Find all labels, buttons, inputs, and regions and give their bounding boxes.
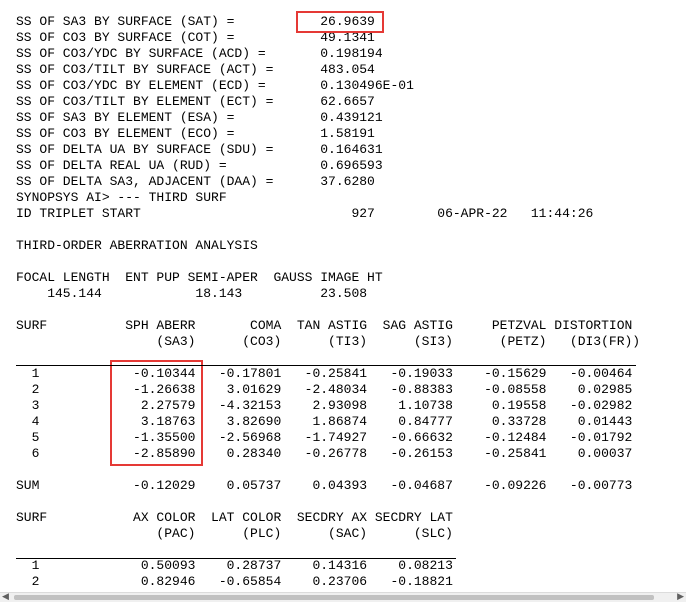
output-line: 2 -1.26638 3.01629 -2.48034 -0.88383 -0.… bbox=[16, 382, 633, 397]
output-line: 1 0.50093 0.28737 0.14316 0.08213 bbox=[16, 558, 453, 573]
output-line: SUM -0.12029 0.05737 0.04393 -0.04687 -0… bbox=[16, 478, 633, 493]
output-line: ID TRIPLET START 927 06-APR-22 11:44:26 bbox=[16, 206, 594, 221]
scrollbar-thumb[interactable] bbox=[14, 595, 654, 600]
output-line: SS OF CO3/YDC BY ELEMENT (ECD) = 0.13049… bbox=[16, 78, 414, 93]
output-line: SS OF CO3/TILT BY ELEMENT (ECT) = 62.665… bbox=[16, 94, 375, 109]
output-window: SS OF SA3 BY SURFACE (SAT) = 26.9639 SS O… bbox=[0, 0, 686, 592]
output-line: (PAC) (PLC) (SAC) (SLC) bbox=[16, 526, 453, 541]
scroll-right-icon[interactable]: ▶ bbox=[677, 592, 684, 602]
output-line: SS OF SA3 BY ELEMENT (ESA) = 0.439121 bbox=[16, 110, 383, 125]
output-line: SS OF DELTA SA3, ADJACENT (DAA) = 37.628… bbox=[16, 174, 375, 189]
output-line: (SA3) (CO3) (TI3) (SI3) (PETZ) (DI3(FR)) bbox=[16, 334, 641, 349]
color-table-rule bbox=[16, 558, 456, 559]
output-line: 5 -1.35500 -2.56968 -1.74927 -0.66632 -0… bbox=[16, 430, 633, 445]
output-line: 2 0.82946 -0.65854 0.23706 -0.18821 bbox=[16, 574, 453, 589]
output-line: 6 -2.85890 0.28340 -0.26778 -0.26153 -0.… bbox=[16, 446, 633, 461]
output-line: THIRD-ORDER ABERRATION ANALYSIS bbox=[16, 238, 258, 253]
output-line: SS OF CO3/TILT BY SURFACE (ACT) = 483.05… bbox=[16, 62, 375, 77]
output-line: SURF SPH ABERR COMA TAN ASTIG SAG ASTIG … bbox=[16, 318, 633, 333]
output-line: SURF AX COLOR LAT COLOR SECDRY AX SECDRY… bbox=[16, 510, 453, 525]
output-line: SYNOPSYS AI> --- THIRD SURF bbox=[16, 190, 227, 205]
aberration-table-rule bbox=[16, 365, 636, 366]
output-line: 1 -0.10344 -0.17801 -0.25841 -0.19033 -0… bbox=[16, 366, 633, 381]
sph-aberr-column-highlight bbox=[110, 360, 203, 466]
output-line: SS OF DELTA UA BY SURFACE (SDU) = 0.1646… bbox=[16, 142, 383, 157]
output-line: FOCAL LENGTH ENT PUP SEMI-APER GAUSS IMA… bbox=[16, 270, 383, 285]
output-line: SS OF CO3 BY ELEMENT (ECO) = 1.58191 bbox=[16, 126, 375, 141]
output-line: SS OF CO3/YDC BY SURFACE (ACD) = 0.19819… bbox=[16, 46, 383, 61]
horizontal-scrollbar[interactable]: ◀ ▶ bbox=[0, 592, 686, 602]
output-line: 3 2.27579 -4.32153 2.93098 1.10738 0.195… bbox=[16, 398, 633, 413]
output-line: 145.144 18.143 23.508 bbox=[16, 286, 368, 301]
scroll-left-icon[interactable]: ◀ bbox=[2, 592, 9, 602]
output-line: 4 3.18763 3.82690 1.86874 0.84777 0.3372… bbox=[16, 414, 633, 429]
sat-value-highlight bbox=[296, 11, 384, 33]
output-line: SS OF DELTA REAL UA (RUD) = 0.696593 bbox=[16, 158, 383, 173]
